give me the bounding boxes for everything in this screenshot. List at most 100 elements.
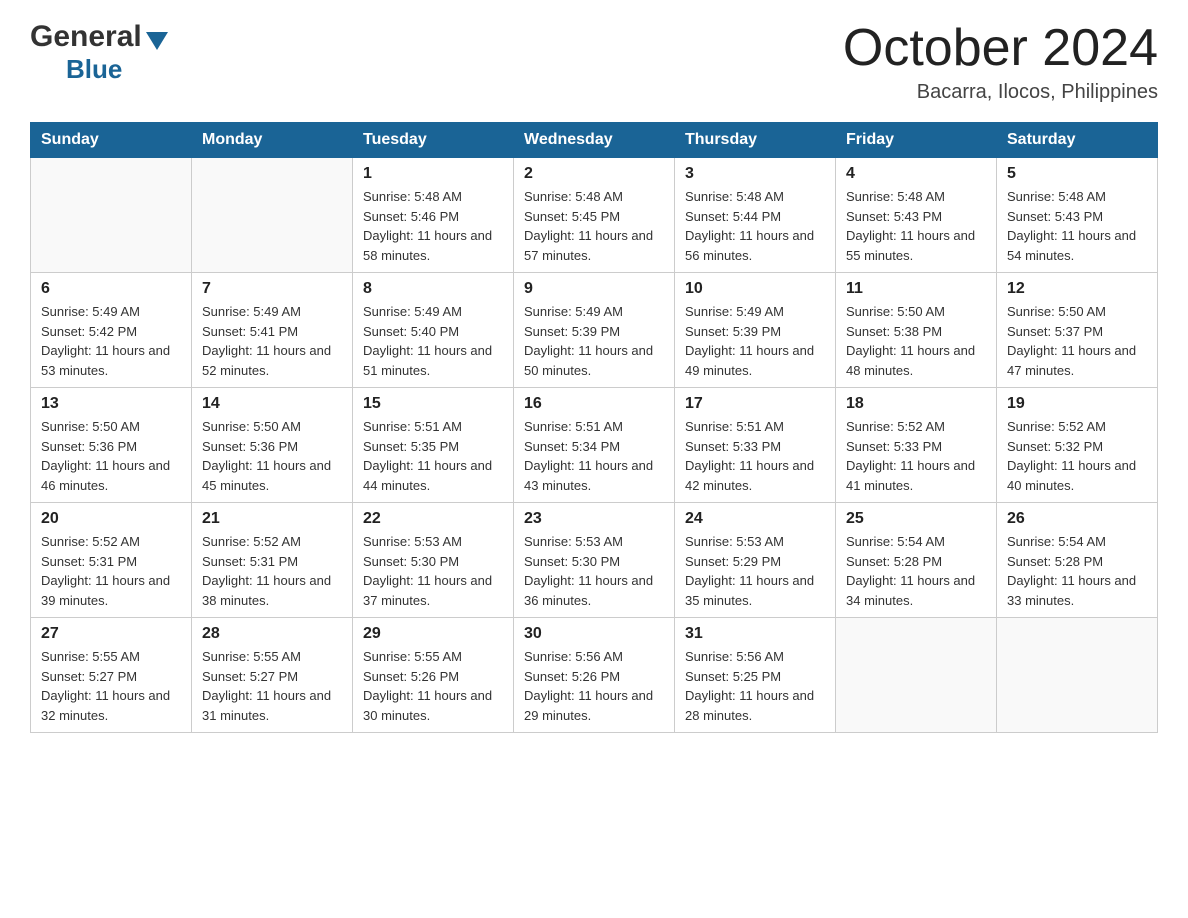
header-sunday: Sunday bbox=[31, 123, 192, 158]
day-number: 30 bbox=[524, 625, 664, 643]
day-info: Sunrise: 5:50 AMSunset: 5:37 PMDaylight:… bbox=[1007, 302, 1147, 380]
calendar-cell-w3-d2: 14 Sunrise: 5:50 AMSunset: 5:36 PMDayligh… bbox=[192, 388, 353, 503]
calendar-cell-w3-d1: 13 Sunrise: 5:50 AMSunset: 5:36 PMDayligh… bbox=[31, 388, 192, 503]
calendar-cell-w4-d7: 26Sunrise: 5:54 AMSunset: 5:28 PMDayligh… bbox=[997, 503, 1158, 618]
day-number: 27 bbox=[41, 625, 181, 643]
calendar-header-row: Sunday Monday Tuesday Wednesday Thursday… bbox=[31, 123, 1158, 158]
day-number: 4 bbox=[846, 165, 986, 183]
title-block: October 2024 Bacarra, Ilocos, Philippine… bbox=[843, 20, 1158, 104]
day-info: Sunrise: 5:48 AMSunset: 5:46 PMDaylight:… bbox=[363, 187, 503, 265]
day-number: 14 bbox=[202, 395, 342, 413]
calendar-cell-w4-d2: 21 Sunrise: 5:52 AMSunset: 5:31 PMDayligh… bbox=[192, 503, 353, 618]
day-info: Sunrise: 5:48 AMSunset: 5:43 PMDaylight:… bbox=[1007, 187, 1147, 265]
calendar-cell-w4-d5: 24 Sunrise: 5:53 AMSunset: 5:29 PMDayligh… bbox=[675, 503, 836, 618]
day-number: 25 bbox=[846, 510, 986, 528]
day-number: 17 bbox=[685, 395, 825, 413]
calendar-cell-w2-d6: 11Sunrise: 5:50 AMSunset: 5:38 PMDayligh… bbox=[836, 273, 997, 388]
day-number: 10 bbox=[685, 280, 825, 298]
calendar-cell-w4-d1: 20 Sunrise: 5:52 AMSunset: 5:31 PMDayligh… bbox=[31, 503, 192, 618]
day-number: 13 bbox=[41, 395, 181, 413]
day-number: 29 bbox=[363, 625, 503, 643]
day-number: 8 bbox=[363, 280, 503, 298]
day-info: Sunrise: 5:54 AMSunset: 5:28 PMDaylight:… bbox=[846, 532, 986, 610]
day-number: 19 bbox=[1007, 395, 1147, 413]
day-number: 28 bbox=[202, 625, 342, 643]
calendar-cell-w5-d4: 30 Sunrise: 5:56 AMSunset: 5:26 PMDayligh… bbox=[514, 618, 675, 733]
page-header: General Blue October 2024 Bacarra, Iloco… bbox=[30, 20, 1158, 104]
day-number: 20 bbox=[41, 510, 181, 528]
day-number: 21 bbox=[202, 510, 342, 528]
day-info: Sunrise: 5:49 AMSunset: 5:41 PMDaylight:… bbox=[202, 302, 342, 380]
day-info: Sunrise: 5:52 AMSunset: 5:31 PMDaylight:… bbox=[41, 532, 181, 610]
day-info: Sunrise: 5:50 AMSunset: 5:36 PMDaylight:… bbox=[202, 417, 342, 495]
calendar-cell-w2-d3: 8 Sunrise: 5:49 AMSunset: 5:40 PMDaylight… bbox=[353, 273, 514, 388]
calendar-week-3: 13 Sunrise: 5:50 AMSunset: 5:36 PMDayligh… bbox=[31, 388, 1158, 503]
header-thursday: Thursday bbox=[675, 123, 836, 158]
calendar-cell-w1-d3: 1Sunrise: 5:48 AMSunset: 5:46 PMDaylight… bbox=[353, 158, 514, 273]
calendar-week-2: 6Sunrise: 5:49 AMSunset: 5:42 PMDaylight… bbox=[31, 273, 1158, 388]
calendar-cell-w2-d1: 6Sunrise: 5:49 AMSunset: 5:42 PMDaylight… bbox=[31, 273, 192, 388]
header-tuesday: Tuesday bbox=[353, 123, 514, 158]
day-info: Sunrise: 5:51 AMSunset: 5:33 PMDaylight:… bbox=[685, 417, 825, 495]
calendar-week-4: 20 Sunrise: 5:52 AMSunset: 5:31 PMDayligh… bbox=[31, 503, 1158, 618]
day-info: Sunrise: 5:48 AMSunset: 5:43 PMDaylight:… bbox=[846, 187, 986, 265]
day-info: Sunrise: 5:52 AMSunset: 5:31 PMDaylight:… bbox=[202, 532, 342, 610]
day-number: 5 bbox=[1007, 165, 1147, 183]
calendar-cell-w5-d1: 27 Sunrise: 5:55 AMSunset: 5:27 PMDayligh… bbox=[31, 618, 192, 733]
day-number: 2 bbox=[524, 165, 664, 183]
day-info: Sunrise: 5:55 AMSunset: 5:27 PMDaylight:… bbox=[202, 647, 342, 725]
header-wednesday: Wednesday bbox=[514, 123, 675, 158]
day-info: Sunrise: 5:51 AMSunset: 5:34 PMDaylight:… bbox=[524, 417, 664, 495]
header-friday: Friday bbox=[836, 123, 997, 158]
day-info: Sunrise: 5:49 AMSunset: 5:39 PMDaylight:… bbox=[685, 302, 825, 380]
day-number: 16 bbox=[524, 395, 664, 413]
calendar-cell-w3-d6: 18Sunrise: 5:52 AMSunset: 5:33 PMDayligh… bbox=[836, 388, 997, 503]
day-number: 31 bbox=[685, 625, 825, 643]
logo: General Blue bbox=[30, 20, 168, 85]
day-info: Sunrise: 5:49 AMSunset: 5:39 PMDaylight:… bbox=[524, 302, 664, 380]
day-info: Sunrise: 5:50 AMSunset: 5:36 PMDaylight:… bbox=[41, 417, 181, 495]
day-info: Sunrise: 5:49 AMSunset: 5:40 PMDaylight:… bbox=[363, 302, 503, 380]
calendar-table: Sunday Monday Tuesday Wednesday Thursday… bbox=[30, 122, 1158, 733]
day-info: Sunrise: 5:48 AMSunset: 5:45 PMDaylight:… bbox=[524, 187, 664, 265]
calendar-cell-w5-d7 bbox=[997, 618, 1158, 733]
calendar-cell-w5-d5: 31 Sunrise: 5:56 AMSunset: 5:25 PMDayligh… bbox=[675, 618, 836, 733]
calendar-cell-w1-d7: 5 Sunrise: 5:48 AMSunset: 5:43 PMDaylight… bbox=[997, 158, 1158, 273]
day-info: Sunrise: 5:56 AMSunset: 5:25 PMDaylight:… bbox=[685, 647, 825, 725]
day-number: 15 bbox=[363, 395, 503, 413]
day-info: Sunrise: 5:51 AMSunset: 5:35 PMDaylight:… bbox=[363, 417, 503, 495]
day-info: Sunrise: 5:53 AMSunset: 5:29 PMDaylight:… bbox=[685, 532, 825, 610]
header-saturday: Saturday bbox=[997, 123, 1158, 158]
calendar-cell-w5-d3: 29Sunrise: 5:55 AMSunset: 5:26 PMDayligh… bbox=[353, 618, 514, 733]
calendar-cell-w2-d7: 12 Sunrise: 5:50 AMSunset: 5:37 PMDayligh… bbox=[997, 273, 1158, 388]
day-number: 24 bbox=[685, 510, 825, 528]
calendar-cell-w1-d4: 2 Sunrise: 5:48 AMSunset: 5:45 PMDaylight… bbox=[514, 158, 675, 273]
header-monday: Monday bbox=[192, 123, 353, 158]
calendar-cell-w4-d4: 23Sunrise: 5:53 AMSunset: 5:30 PMDayligh… bbox=[514, 503, 675, 618]
calendar-cell-w2-d2: 7Sunrise: 5:49 AMSunset: 5:41 PMDaylight… bbox=[192, 273, 353, 388]
day-info: Sunrise: 5:52 AMSunset: 5:32 PMDaylight:… bbox=[1007, 417, 1147, 495]
day-number: 3 bbox=[685, 165, 825, 183]
day-number: 26 bbox=[1007, 510, 1147, 528]
calendar-cell-w4-d3: 22Sunrise: 5:53 AMSunset: 5:30 PMDayligh… bbox=[353, 503, 514, 618]
day-info: Sunrise: 5:55 AMSunset: 5:27 PMDaylight:… bbox=[41, 647, 181, 725]
day-number: 18 bbox=[846, 395, 986, 413]
month-title: October 2024 bbox=[843, 20, 1158, 77]
day-info: Sunrise: 5:53 AMSunset: 5:30 PMDaylight:… bbox=[363, 532, 503, 610]
day-info: Sunrise: 5:56 AMSunset: 5:26 PMDaylight:… bbox=[524, 647, 664, 725]
day-info: Sunrise: 5:49 AMSunset: 5:42 PMDaylight:… bbox=[41, 302, 181, 380]
calendar-cell-w3-d4: 16 Sunrise: 5:51 AMSunset: 5:34 PMDayligh… bbox=[514, 388, 675, 503]
calendar-cell-w1-d5: 3 Sunrise: 5:48 AMSunset: 5:44 PMDaylight… bbox=[675, 158, 836, 273]
logo-blue-text: Blue bbox=[66, 54, 122, 84]
calendar-cell-w1-d2 bbox=[192, 158, 353, 273]
location: Bacarra, Ilocos, Philippines bbox=[843, 81, 1158, 104]
calendar-week-5: 27 Sunrise: 5:55 AMSunset: 5:27 PMDayligh… bbox=[31, 618, 1158, 733]
day-number: 12 bbox=[1007, 280, 1147, 298]
calendar-cell-w2-d4: 9 Sunrise: 5:49 AMSunset: 5:39 PMDaylight… bbox=[514, 273, 675, 388]
calendar-cell-w3-d5: 17 Sunrise: 5:51 AMSunset: 5:33 PMDayligh… bbox=[675, 388, 836, 503]
calendar-cell-w1-d1 bbox=[31, 158, 192, 273]
day-info: Sunrise: 5:48 AMSunset: 5:44 PMDaylight:… bbox=[685, 187, 825, 265]
day-number: 9 bbox=[524, 280, 664, 298]
day-info: Sunrise: 5:53 AMSunset: 5:30 PMDaylight:… bbox=[524, 532, 664, 610]
calendar-week-1: 1Sunrise: 5:48 AMSunset: 5:46 PMDaylight… bbox=[31, 158, 1158, 273]
